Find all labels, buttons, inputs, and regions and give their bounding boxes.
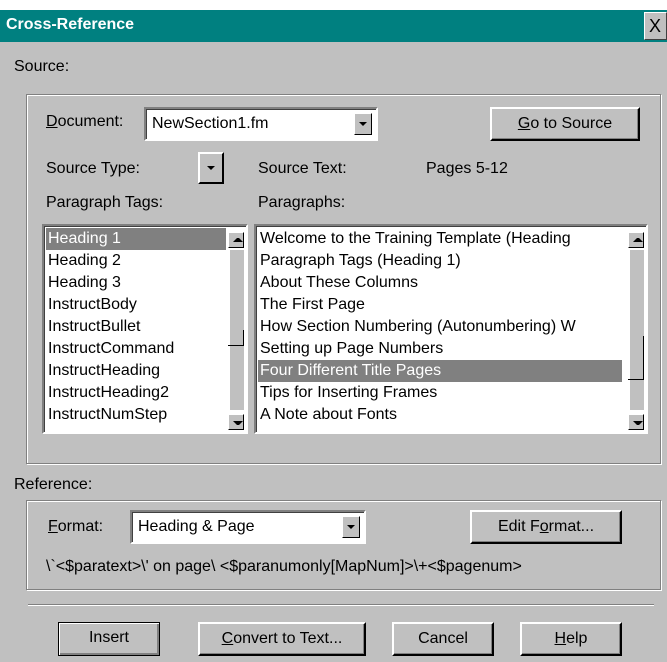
document-label: Document: [46,113,124,130]
source-type-dropdown[interactable] [198,152,224,184]
scroll-up-button[interactable] [628,232,644,248]
list-item[interactable]: Tips for Inserting Frames [258,382,622,404]
cancel-button[interactable]: Cancel [392,622,494,656]
format-select[interactable]: Heading & Page [130,510,366,544]
paragraphs-list[interactable]: Welcome to the Training Template (Headin… [254,224,648,434]
list-item[interactable]: Setting up Page Numbers [258,338,622,360]
source-text-label: Source Text: [258,160,347,177]
reference-group-label: Reference: [14,476,93,493]
list-item[interactable]: InstructBullet [46,316,246,338]
separator [28,604,654,606]
list-item[interactable]: Heading 3 [46,272,246,294]
convert-to-text-button[interactable]: Convert to Text... [198,622,366,656]
scrollbar-thumb[interactable] [228,330,244,346]
close-button[interactable]: X [644,12,667,40]
list-item[interactable]: The First Page [258,294,622,316]
scrollbar-track[interactable] [630,250,644,410]
list-item[interactable]: Welcome to the Training Template (Headin… [258,228,622,250]
list-item[interactable]: Heading 1 [46,228,226,250]
format-string: \`<$paratext>\' on page\ <$paranumonly[M… [46,558,522,575]
list-item[interactable]: InstructHeading [46,360,246,382]
go-to-source-button[interactable]: Go to Source [490,107,640,141]
title-bar: Cross-Reference [0,10,667,42]
list-item[interactable]: Heading 2 [46,250,246,272]
document-value: NewSection1.fm [152,115,269,132]
insert-button[interactable]: Insert [58,622,160,656]
chevron-down-icon [633,421,643,425]
list-item[interactable]: Four Different Title Pages [258,360,622,382]
scroll-down-button[interactable] [628,414,644,430]
source-group-label: Source: [14,58,70,75]
chevron-up-icon [633,238,643,242]
chevron-down-icon [347,525,355,529]
list-item[interactable]: About These Columns [258,272,622,294]
source-text-value: Pages 5-12 [426,160,508,177]
source-type-label: Source Type: [46,160,140,177]
chevron-down-icon [233,421,243,425]
edit-format-button[interactable]: Edit Format... [470,510,622,544]
paragraph-tags-list[interactable]: Heading 1 Heading 2 Heading 3 InstructBo… [42,224,248,434]
paragraphs-label: Paragraphs: [258,194,346,211]
list-item[interactable]: How Section Numbering (Autonumbering) W [258,316,622,338]
chevron-up-icon [233,238,243,242]
list-item[interactable]: Paragraph Tags (Heading 1) [258,250,622,272]
chevron-down-icon [207,166,215,170]
document-select[interactable]: NewSection1.fm [144,107,378,141]
help-button[interactable]: Help [520,622,622,656]
list-item[interactable]: InstructHeading2 [46,382,246,404]
scroll-up-button[interactable] [228,232,244,248]
chevron-down-icon [359,122,367,126]
document-dropdown-button[interactable] [354,113,372,135]
scroll-down-button[interactable] [228,414,244,430]
paragraph-tags-label: Paragraph Tags: [46,194,164,211]
list-item[interactable]: A Note about Fonts [258,404,622,426]
close-icon: X [649,16,662,36]
window-title: Cross-Reference [6,16,135,33]
scrollbar-thumb[interactable] [628,336,644,380]
list-item[interactable]: InstructBody [46,294,246,316]
format-value: Heading & Page [138,518,255,535]
format-dropdown-button[interactable] [342,516,360,538]
list-item[interactable]: InstructNumStep [46,404,246,426]
list-item[interactable]: InstructCommand [46,338,246,360]
format-label: Format: [48,518,104,535]
